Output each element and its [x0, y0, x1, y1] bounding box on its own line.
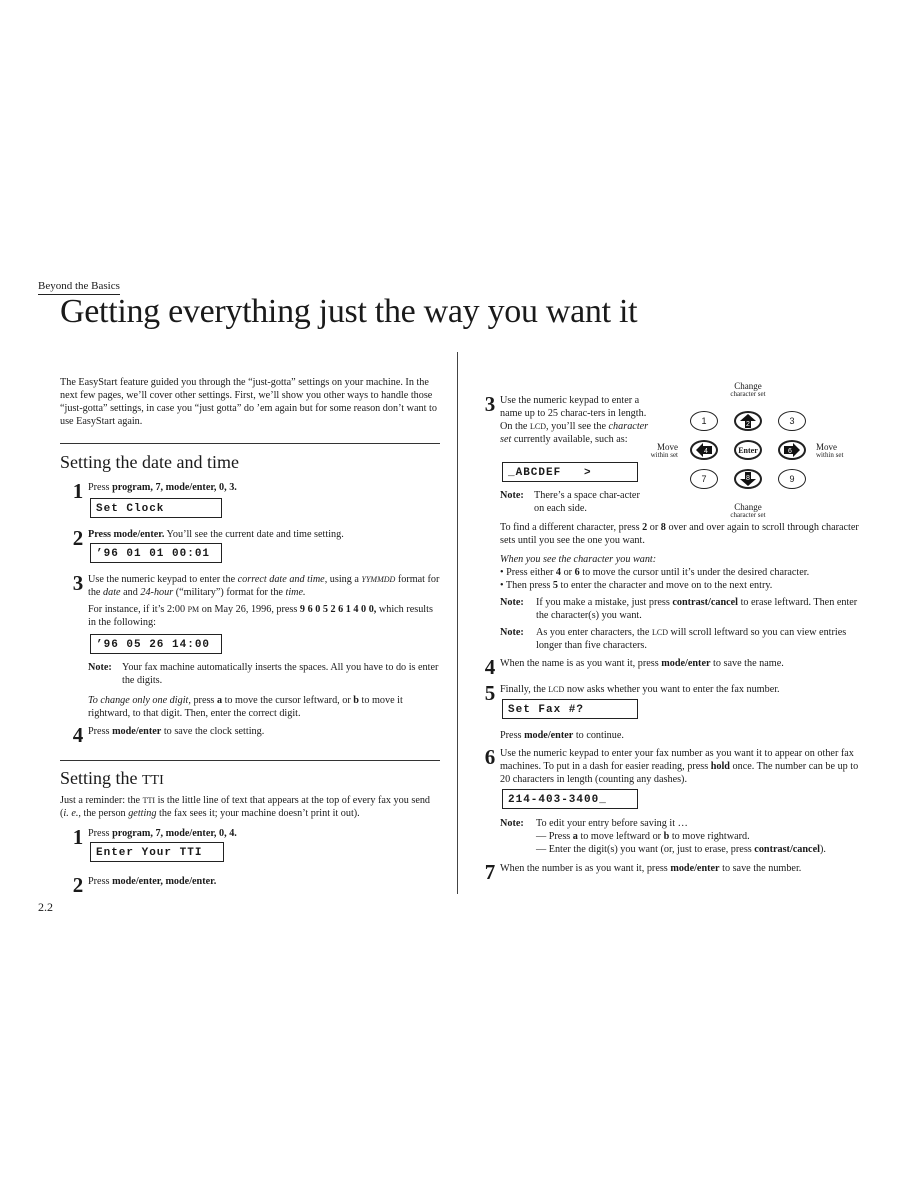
- step-text: When the number is as you want it, press…: [500, 863, 802, 874]
- key-1: 1: [690, 411, 718, 431]
- step-number: 4: [72, 723, 84, 747]
- step-text: Finally, the LCD now asks whether you wa…: [500, 684, 780, 695]
- heading-tti: Setting the TTI: [60, 768, 164, 788]
- key-8-down-arrow-icon: 8: [734, 469, 762, 489]
- step-number: 2: [72, 873, 84, 897]
- column-divider: [457, 352, 458, 894]
- when-you-see-text: When you see the character you want:: [500, 554, 657, 565]
- svg-text:2: 2: [746, 421, 750, 428]
- step-number: 7: [484, 860, 496, 884]
- keypad-top-label: Change character set: [730, 381, 766, 399]
- step-number: 1: [72, 479, 84, 503]
- key-4-left-arrow-icon: 4: [690, 440, 718, 460]
- keypad-left-label: Move within set: [650, 442, 678, 460]
- page-number: 2.2: [38, 900, 53, 914]
- svg-text:8: 8: [746, 475, 750, 482]
- step-text: Press mode/enter. You’ll see the current…: [88, 529, 344, 540]
- intro-paragraph: The EasyStart feature guided you through…: [60, 377, 437, 427]
- step-number: 6: [484, 745, 496, 769]
- step-number: 3: [72, 571, 84, 595]
- step-text: Press mode/enter, mode/enter.: [88, 876, 217, 887]
- key-3: 3: [778, 411, 806, 431]
- step-text: Press program, 7, mode/enter, 0, 3.: [88, 482, 237, 493]
- keypad-bottom-label: Change character set: [730, 502, 766, 520]
- lcd-display: ’96 01 01 00:01: [90, 543, 222, 563]
- continue-text: Press mode/enter to continue.: [500, 730, 624, 741]
- lcd-display: Set Fax #?: [502, 699, 638, 719]
- section-divider: [60, 760, 440, 761]
- step-number: 1: [72, 825, 84, 849]
- tti-intro: Just a reminder: the TTI is the little l…: [60, 795, 431, 819]
- step-number: 4: [484, 655, 496, 679]
- change-digit-text: To change only one digit, press a to mov…: [88, 695, 403, 719]
- example-text: For instance, if it’s 2:00 PM on May 26,…: [88, 604, 433, 628]
- key-7: 7: [690, 469, 718, 489]
- step-number: 2: [72, 526, 84, 550]
- svg-text:4: 4: [704, 448, 708, 455]
- svg-text:6: 6: [788, 448, 792, 455]
- lcd-display: ’96 05 26 14:00: [90, 634, 222, 654]
- lcd-display: Enter Your TTI: [90, 842, 224, 862]
- lcd-display: _ABCDEF >: [502, 462, 638, 482]
- page-title: Getting everything just the way you want…: [60, 293, 638, 330]
- step-number: 3: [484, 392, 496, 416]
- step-text: Press program, 7, mode/enter, 0, 4.: [88, 828, 237, 839]
- find-character-text: To find a different character, press 2 o…: [500, 522, 859, 546]
- keypad-diagram: Change character set Move within set Move w…: [640, 380, 860, 520]
- key-6-right-arrow-icon: 6: [778, 440, 806, 460]
- step-text: Use the numeric keypad to enter your fax…: [500, 748, 859, 785]
- key-9: 9: [778, 469, 806, 489]
- bullet-item: • Press either 4 or 6 to move the cursor…: [500, 567, 810, 578]
- step-text: When the name is as you want it, press m…: [500, 658, 784, 669]
- heading-date-time: Setting the date and time: [60, 452, 239, 472]
- key-2-up-arrow-icon: 2: [734, 411, 762, 431]
- step-text: Press mode/enter to save the clock setti…: [88, 726, 265, 737]
- lcd-display: 214-403-3400_: [502, 789, 638, 809]
- lcd-display: Set Clock: [90, 498, 222, 518]
- step-text: Use the numeric keypad to enter a name u…: [500, 395, 649, 445]
- step-number: 5: [484, 681, 496, 705]
- step-text: Use the numeric keypad to enter the corr…: [88, 574, 440, 598]
- bullet-item: • Then press 5 to enter the character an…: [500, 580, 773, 591]
- key-enter: Enter: [734, 440, 762, 460]
- keypad-right-label: Move within set: [816, 442, 844, 460]
- section-divider: [60, 443, 440, 444]
